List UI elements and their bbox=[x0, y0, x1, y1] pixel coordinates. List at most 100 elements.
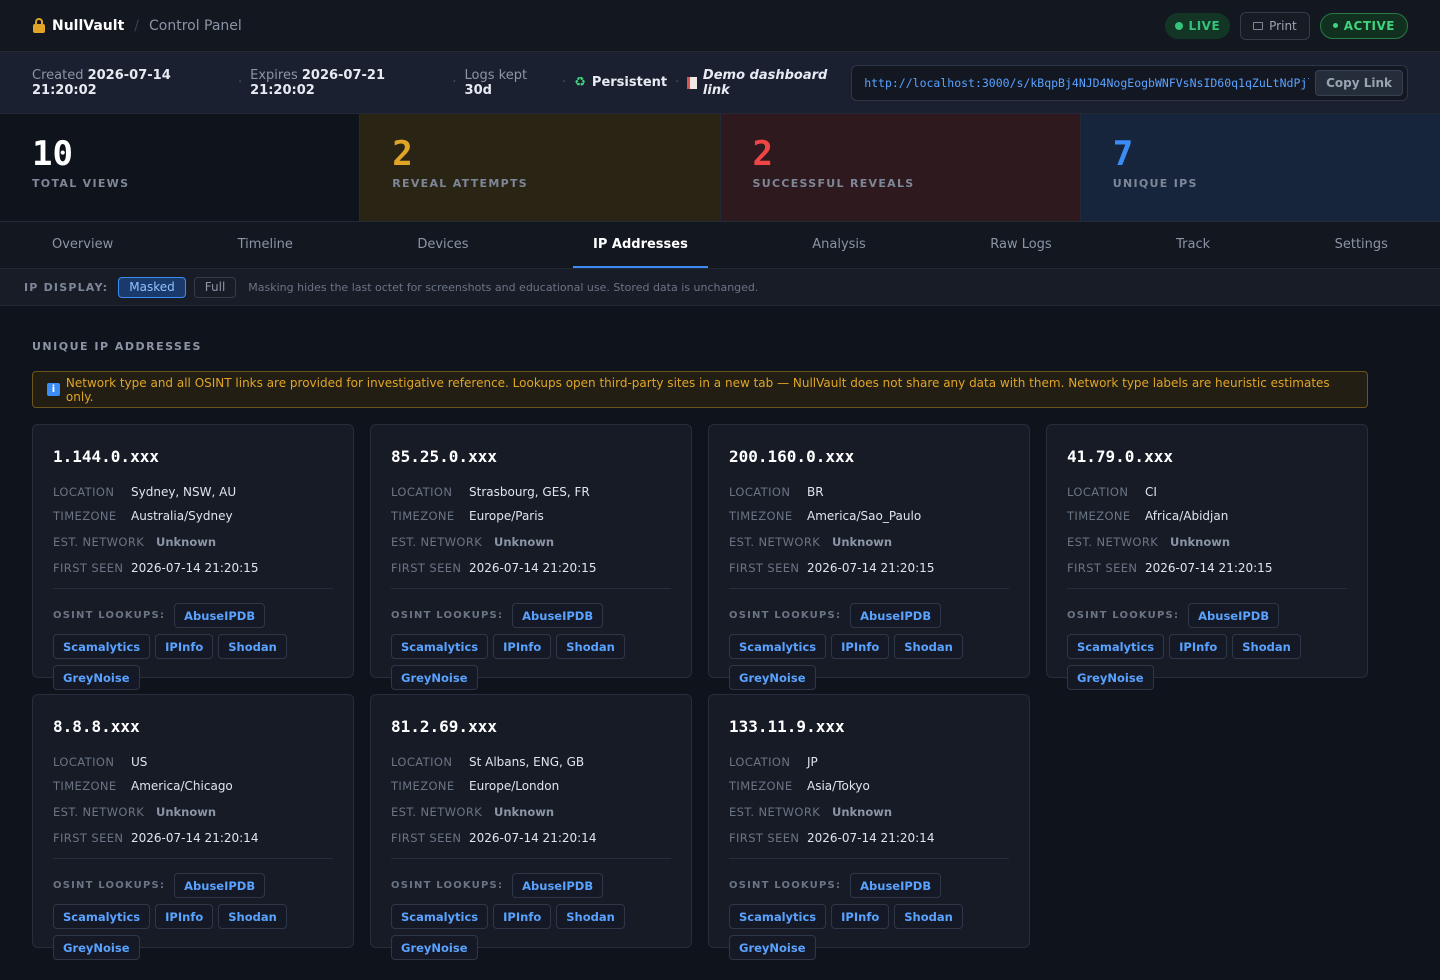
stat-successful-reveals: 2 SUCCESSFUL REVEALS bbox=[720, 114, 1081, 221]
notice-text: Network type and all OSINT links are pro… bbox=[65, 375, 1330, 404]
shodan-button[interactable]: Shodan bbox=[218, 904, 287, 929]
timezone-label: TIMEZONE bbox=[729, 779, 793, 793]
copy-link-button[interactable]: Copy Link bbox=[1315, 69, 1403, 96]
brand: NullVault bbox=[32, 17, 124, 34]
first-seen-row: FIRST SEEN 2026-07-14 21:20:15 bbox=[729, 556, 1009, 580]
timezone-value: America/Chicago bbox=[131, 779, 233, 793]
first-seen-value: 2026-07-14 21:20:14 bbox=[131, 831, 259, 845]
tab-raw-logs[interactable]: Raw Logs bbox=[970, 222, 1071, 268]
osint-lookups: OSINT LOOKUPS: AbuseIPDB Scamalytics IPI… bbox=[729, 873, 1009, 960]
ipinfo-button[interactable]: IPInfo bbox=[831, 634, 890, 659]
greynoise-button[interactable]: GreyNoise bbox=[391, 935, 478, 960]
stat-value: 2 bbox=[392, 134, 413, 174]
shodan-button[interactable]: Shodan bbox=[556, 904, 625, 929]
location-label: LOCATION bbox=[391, 485, 453, 499]
abuseipdb-button[interactable]: AbuseIPDB bbox=[174, 873, 266, 898]
osint-lookups: OSINT LOOKUPS: AbuseIPDB Scamalytics IPI… bbox=[729, 603, 1009, 690]
timezone-label: TIMEZONE bbox=[53, 779, 117, 793]
abuseipdb-button[interactable]: AbuseIPDB bbox=[850, 873, 942, 898]
osint-label: OSINT LOOKUPS: bbox=[391, 610, 504, 621]
ip-card-grid: 1.144.0.xxx LOCATION Sydney, NSW, AU TIM… bbox=[32, 424, 1408, 960]
ipinfo-button[interactable]: IPInfo bbox=[493, 904, 552, 929]
ipinfo-button[interactable]: IPInfo bbox=[1169, 634, 1228, 659]
scamalytics-button[interactable]: Scamalytics bbox=[391, 634, 489, 659]
first-seen-label: FIRST SEEN bbox=[729, 561, 800, 575]
location-row: LOCATION CI bbox=[1067, 480, 1347, 504]
abuseipdb-button[interactable]: AbuseIPDB bbox=[174, 603, 266, 628]
tab-overview[interactable]: Overview bbox=[32, 222, 133, 268]
osint-label: OSINT LOOKUPS: bbox=[53, 610, 166, 621]
print-button[interactable]: Print bbox=[1240, 11, 1310, 40]
network-label: EST. NETWORK bbox=[53, 535, 145, 549]
card-divider bbox=[1067, 588, 1347, 589]
timezone-value: Europe/London bbox=[469, 779, 560, 793]
tab-track[interactable]: Track bbox=[1156, 222, 1230, 268]
abuseipdb-button[interactable]: AbuseIPDB bbox=[1188, 603, 1280, 628]
ip-display-hint: Masking hides the last octet for screens… bbox=[248, 280, 759, 294]
abuseipdb-button[interactable]: AbuseIPDB bbox=[850, 603, 942, 628]
shodan-button[interactable]: Shodan bbox=[556, 634, 625, 659]
ip-card: 133.11.9.xxx LOCATION JP TIMEZONE Asia/T… bbox=[708, 694, 1030, 960]
greynoise-button[interactable]: GreyNoise bbox=[53, 935, 140, 960]
tab-devices[interactable]: Devices bbox=[397, 222, 488, 268]
first-seen-value: 2026-07-14 21:20:15 bbox=[469, 561, 597, 575]
osint-lookups: OSINT LOOKUPS: AbuseIPDB Scamalytics IPI… bbox=[53, 603, 333, 690]
ipinfo-button[interactable]: IPInfo bbox=[155, 904, 214, 929]
scamalytics-button[interactable]: Scamalytics bbox=[53, 904, 151, 929]
network-value: Unknown bbox=[832, 535, 893, 549]
stat-value: 10 bbox=[32, 134, 73, 174]
location-label: LOCATION bbox=[729, 485, 791, 499]
osint-label: OSINT LOOKUPS: bbox=[53, 880, 166, 891]
stat-label: REVEAL ATTEMPTS bbox=[392, 177, 528, 191]
network-value: Unknown bbox=[1170, 535, 1231, 549]
timezone-label: TIMEZONE bbox=[53, 509, 117, 523]
timezone-row: TIMEZONE America/Chicago bbox=[53, 774, 333, 798]
ipinfo-button[interactable]: IPInfo bbox=[155, 634, 214, 659]
ip-address: 81.2.69.xxx bbox=[391, 717, 497, 736]
network-label: EST. NETWORK bbox=[391, 535, 483, 549]
shodan-button[interactable]: Shodan bbox=[894, 904, 963, 929]
persistent-label: Persistent bbox=[591, 75, 668, 90]
greynoise-button[interactable]: GreyNoise bbox=[1067, 665, 1154, 690]
greynoise-button[interactable]: GreyNoise bbox=[391, 665, 478, 690]
greynoise-button[interactable]: GreyNoise bbox=[53, 665, 140, 690]
abuseipdb-button[interactable]: AbuseIPDB bbox=[512, 603, 604, 628]
share-url[interactable]: http://localhost:3000/s/kBqpBj4NJD4NogEo… bbox=[864, 76, 1309, 90]
timezone-row: TIMEZONE Australia/Sydney bbox=[53, 504, 333, 528]
shodan-button[interactable]: Shodan bbox=[894, 634, 963, 659]
masked-toggle-button[interactable]: Masked bbox=[118, 276, 186, 298]
scamalytics-button[interactable]: Scamalytics bbox=[391, 904, 489, 929]
full-toggle-button[interactable]: Full bbox=[193, 276, 237, 298]
first-seen-row: FIRST SEEN 2026-07-14 21:20:15 bbox=[53, 556, 333, 580]
shodan-button[interactable]: Shodan bbox=[218, 634, 287, 659]
ip-display-label: IP DISPLAY: bbox=[24, 280, 109, 294]
first-seen-row: FIRST SEEN 2026-07-14 21:20:14 bbox=[53, 826, 333, 850]
ipinfo-button[interactable]: IPInfo bbox=[831, 904, 890, 929]
network-value: Unknown bbox=[156, 805, 217, 819]
network-row: EST. NETWORK Unknown bbox=[53, 798, 333, 826]
card-divider bbox=[53, 588, 333, 589]
scamalytics-button[interactable]: Scamalytics bbox=[729, 904, 827, 929]
tab-ip-addresses[interactable]: IP Addresses bbox=[573, 222, 708, 268]
scamalytics-button[interactable]: Scamalytics bbox=[53, 634, 151, 659]
ip-card: 1.144.0.xxx LOCATION Sydney, NSW, AU TIM… bbox=[32, 424, 354, 690]
timezone-value: Australia/Sydney bbox=[131, 509, 233, 523]
tab-analysis[interactable]: Analysis bbox=[792, 222, 886, 268]
scamalytics-button[interactable]: Scamalytics bbox=[1067, 634, 1165, 659]
scamalytics-button[interactable]: Scamalytics bbox=[729, 634, 827, 659]
stat-total-views: 10 TOTAL VIEWS bbox=[0, 114, 361, 221]
ipinfo-button[interactable]: IPInfo bbox=[493, 634, 552, 659]
ip-card: 8.8.8.xxx LOCATION US TIMEZONE America/C… bbox=[32, 694, 354, 960]
stat-reveal-attempts: 2 REVEAL ATTEMPTS bbox=[360, 114, 721, 221]
tab-settings[interactable]: Settings bbox=[1315, 222, 1408, 268]
section-title: UNIQUE IP ADDRESSES bbox=[32, 340, 202, 353]
created-info: Created 2026-07-14 21:20:02 bbox=[32, 67, 171, 98]
timezone-row: TIMEZONE Africa/Abidjan bbox=[1067, 504, 1347, 528]
greynoise-button[interactable]: GreyNoise bbox=[729, 665, 816, 690]
stat-value: 2 bbox=[752, 134, 773, 174]
abuseipdb-button[interactable]: AbuseIPDB bbox=[512, 873, 604, 898]
tab-timeline[interactable]: Timeline bbox=[218, 222, 313, 268]
greynoise-button[interactable]: GreyNoise bbox=[729, 935, 816, 960]
shodan-button[interactable]: Shodan bbox=[1232, 634, 1301, 659]
first-seen-value: 2026-07-14 21:20:14 bbox=[807, 831, 935, 845]
